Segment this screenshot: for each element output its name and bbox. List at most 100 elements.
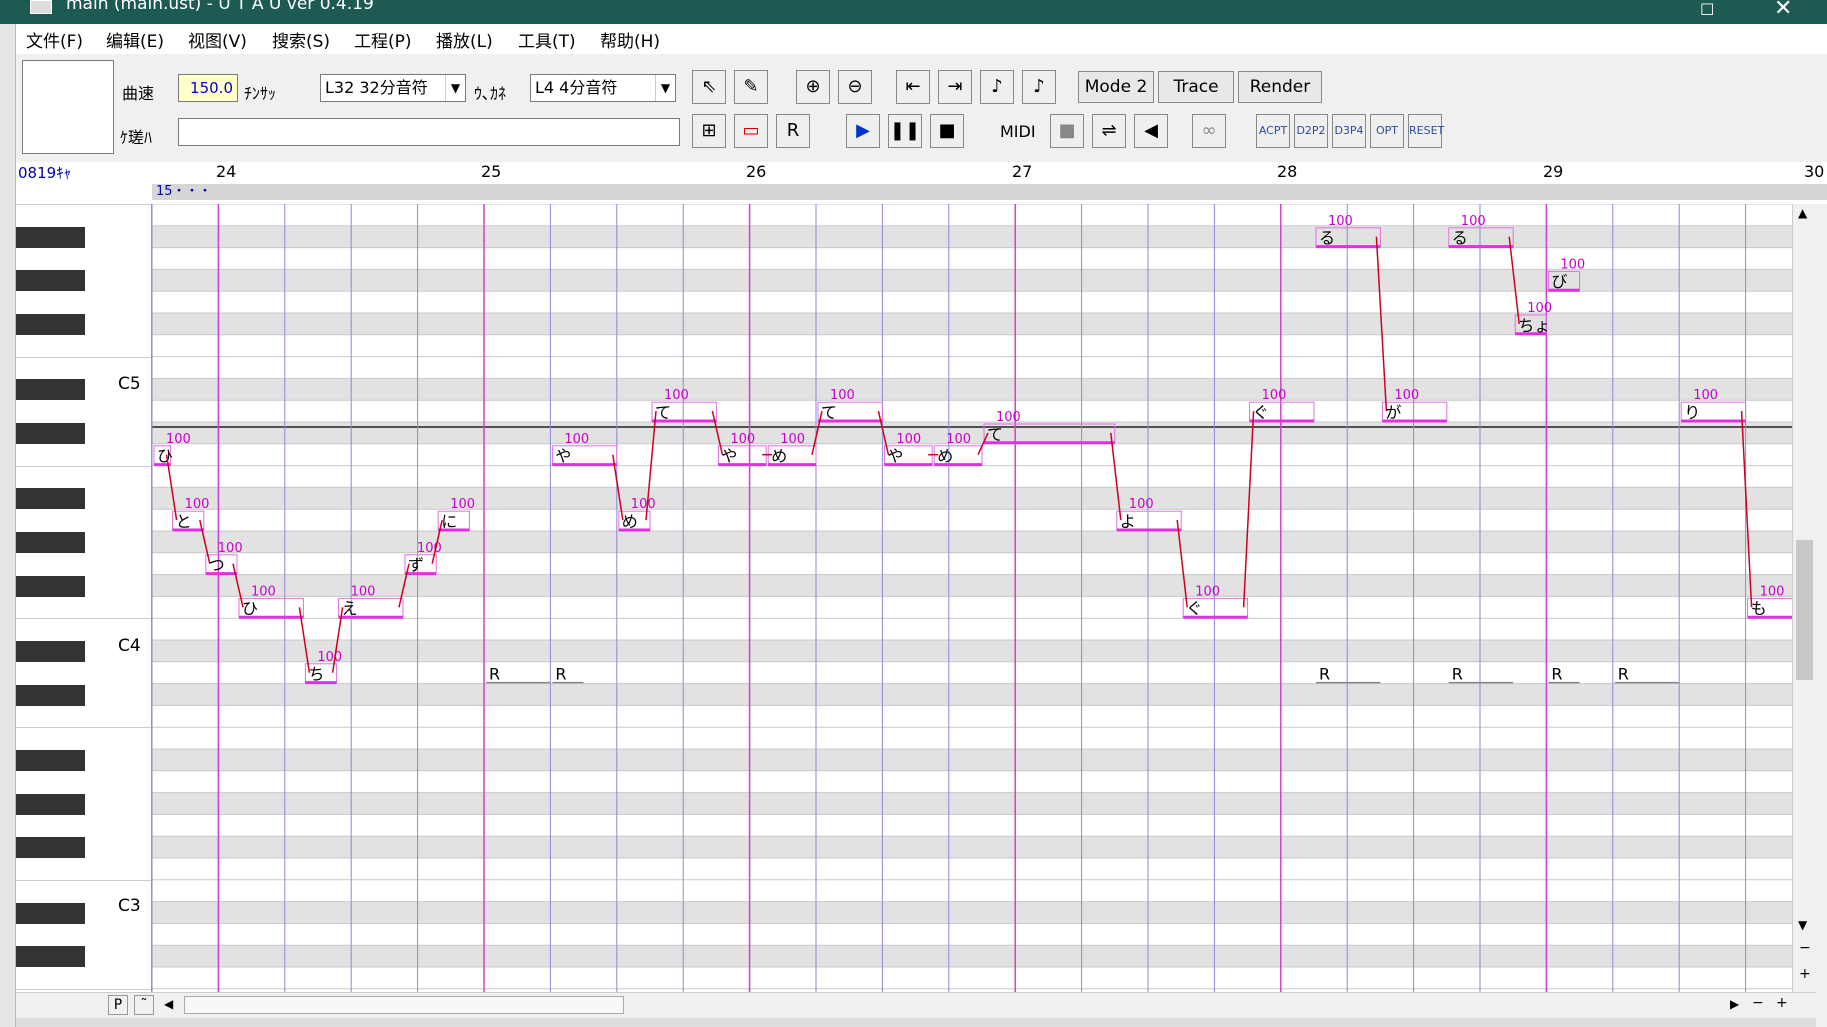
- menu-play[interactable]: 播放(L): [436, 27, 493, 52]
- zoom-v-plus[interactable]: +: [1799, 966, 1811, 982]
- black-key[interactable]: [16, 902, 85, 924]
- zoom-h-plus[interactable]: +: [1776, 995, 1788, 1011]
- black-key[interactable]: [16, 946, 85, 968]
- vertical-scroll-thumb[interactable]: [1796, 540, 1813, 680]
- note-lyric[interactable]: え: [342, 599, 358, 618]
- midi-speaker-button[interactable]: ◀: [1134, 114, 1168, 148]
- zoom-in-button[interactable]: ⊕: [796, 70, 830, 104]
- note-lyric[interactable]: ひ: [242, 599, 258, 618]
- note-lyric[interactable]: R: [1618, 665, 1629, 684]
- note-lyric[interactable]: R: [489, 665, 500, 684]
- zoom-v-minus[interactable]: −: [1799, 940, 1811, 956]
- black-key[interactable]: [16, 226, 85, 248]
- envelope-button[interactable]: ∞: [1192, 114, 1226, 148]
- note-length-select[interactable]: L4 4分音符 ▼: [530, 74, 676, 102]
- scroll-right-arrow[interactable]: ▶: [1730, 997, 1739, 1011]
- note-lyric[interactable]: R: [1319, 665, 1330, 684]
- tempo-input[interactable]: 150.0: [178, 74, 238, 102]
- scroll-left-arrow[interactable]: ◀: [164, 997, 173, 1011]
- black-key[interactable]: [16, 270, 85, 292]
- note-lyric[interactable]: R: [1452, 665, 1463, 684]
- menu-file[interactable]: 文件(F): [26, 27, 83, 52]
- mode2-button[interactable]: Mode 2: [1078, 71, 1154, 103]
- black-key[interactable]: [16, 575, 85, 597]
- note-lyric[interactable]: ひ: [157, 447, 173, 466]
- note-lyric[interactable]: に: [441, 512, 457, 531]
- trace-button[interactable]: Trace: [1158, 71, 1234, 103]
- black-key[interactable]: [16, 379, 85, 401]
- insert-note-button[interactable]: ⊞: [692, 114, 726, 148]
- menu-help[interactable]: 帮助(H): [600, 27, 660, 52]
- reset-button[interactable]: RESET: [1408, 114, 1444, 148]
- black-key[interactable]: [16, 641, 85, 662]
- note-lyric[interactable]: と: [176, 512, 192, 531]
- black-key[interactable]: [16, 793, 85, 815]
- note-lyric[interactable]: が: [1385, 403, 1401, 422]
- quantize-select[interactable]: L32 32分音符 ▼: [320, 74, 466, 102]
- note-lyric[interactable]: ちょ: [1518, 316, 1550, 335]
- note-lyric[interactable]: て: [821, 403, 837, 422]
- black-key[interactable]: [16, 684, 85, 706]
- note-lyric[interactable]: ぐ: [1253, 403, 1269, 422]
- note-grid[interactable]: ひ100と100つ100ひ100ち100え100ず100に100R Rや100め1…: [152, 204, 1792, 992]
- note-lyric[interactable]: や: [555, 447, 571, 466]
- tempo-strip[interactable]: [152, 184, 1827, 200]
- menu-view[interactable]: 视图(V): [188, 27, 247, 52]
- note-lyric[interactable]: つ: [209, 556, 225, 575]
- note-lyric[interactable]: る: [1319, 229, 1335, 248]
- note-lyric[interactable]: め: [771, 447, 787, 466]
- prev-note-button[interactable]: ♪: [980, 70, 1014, 104]
- menu-project[interactable]: 工程(P): [354, 27, 412, 52]
- black-key[interactable]: [16, 314, 85, 335]
- note-lyric[interactable]: よ: [1120, 512, 1136, 531]
- horizontal-scroll-thumb[interactable]: [184, 996, 624, 1014]
- note-lyric[interactable]: ず: [408, 556, 424, 575]
- black-key[interactable]: [16, 423, 85, 444]
- vertical-scrollbar[interactable]: ▲ ▼ − +: [1792, 204, 1816, 992]
- zoom-h-minus[interactable]: −: [1752, 995, 1764, 1011]
- pause-button[interactable]: ❚❚: [888, 114, 922, 148]
- maximize-button[interactable]: ☐: [1700, 0, 1714, 19]
- black-key[interactable]: [16, 532, 85, 553]
- black-key[interactable]: [16, 837, 85, 859]
- acpt-button[interactable]: ACPT: [1256, 114, 1290, 148]
- note-lyric[interactable]: R: [1551, 665, 1562, 684]
- play-button[interactable]: ▶: [846, 114, 880, 148]
- note-lyric[interactable]: る: [1452, 229, 1468, 248]
- insert-rest-button[interactable]: R: [776, 114, 810, 148]
- piano-keyboard[interactable]: [16, 204, 152, 992]
- note-lyric[interactable]: り: [1684, 403, 1700, 422]
- note-lyric[interactable]: め: [622, 512, 638, 531]
- delete-note-button[interactable]: ▭: [734, 114, 768, 148]
- opt-button[interactable]: OPT: [1370, 114, 1404, 148]
- go-end-button[interactable]: ⇥: [938, 70, 972, 104]
- next-note-button[interactable]: ♪: [1022, 70, 1056, 104]
- menu-tools[interactable]: 工具(T): [518, 27, 576, 52]
- pointer-tool-button[interactable]: ⇖: [692, 70, 726, 104]
- render-button[interactable]: Render: [1238, 71, 1322, 103]
- midi-loop-button[interactable]: ⇌: [1092, 114, 1126, 148]
- pencil-tool-button[interactable]: ✎: [734, 70, 768, 104]
- note-lyric[interactable]: も: [1751, 599, 1767, 618]
- note-lyric[interactable]: て: [987, 425, 1003, 444]
- menu-edit[interactable]: 编辑(E): [106, 27, 164, 52]
- horizontal-scrollbar[interactable]: P ˜ ◀ ▶ − +: [16, 992, 1816, 1018]
- stop-button[interactable]: ■: [930, 114, 964, 148]
- zoom-out-button[interactable]: ⊖: [838, 70, 872, 104]
- black-key[interactable]: [16, 750, 85, 771]
- menu-search[interactable]: 搜索(S): [272, 27, 330, 52]
- note-lyric[interactable]: R: [555, 665, 566, 684]
- note-lyric[interactable]: て: [655, 403, 671, 422]
- scroll-down-arrow[interactable]: ▼: [1798, 918, 1807, 932]
- piano-roll[interactable]: ひ 100 と 100 つ 100 ひ 100 ち 100 え 100 ず 100 に 100 R R や 100 め 1…: [152, 204, 1792, 992]
- note-lyric[interactable]: ぐ: [1186, 599, 1202, 618]
- midi-record-button[interactable]: ■: [1050, 114, 1084, 148]
- go-start-button[interactable]: ⇤: [896, 70, 930, 104]
- d3p4-button[interactable]: D3P4: [1332, 114, 1366, 148]
- lyric-input[interactable]: [178, 118, 680, 146]
- note-lyric[interactable]: や: [887, 447, 903, 466]
- d2p2-button[interactable]: D2P2: [1294, 114, 1328, 148]
- note-lyric[interactable]: び: [1551, 272, 1567, 291]
- close-button[interactable]: ✕: [1774, 0, 1792, 21]
- note-lyric[interactable]: ち: [308, 665, 324, 684]
